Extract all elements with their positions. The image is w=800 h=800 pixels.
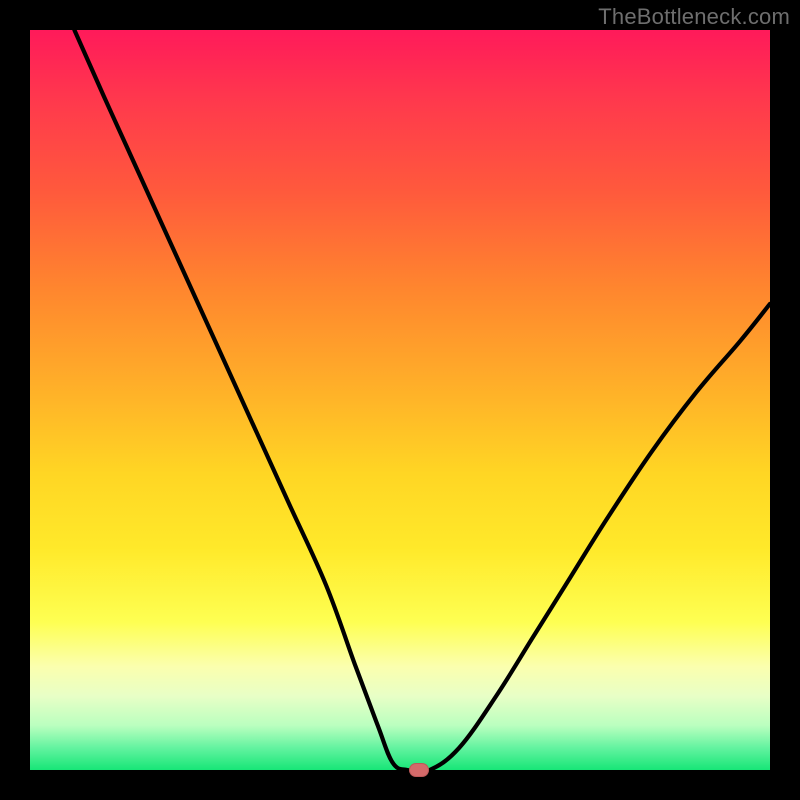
- bottleneck-curve: [30, 30, 770, 770]
- watermark-text: TheBottleneck.com: [598, 4, 790, 30]
- optimal-marker: [409, 763, 429, 777]
- chart-frame: TheBottleneck.com: [0, 0, 800, 800]
- plot-area: [30, 30, 770, 770]
